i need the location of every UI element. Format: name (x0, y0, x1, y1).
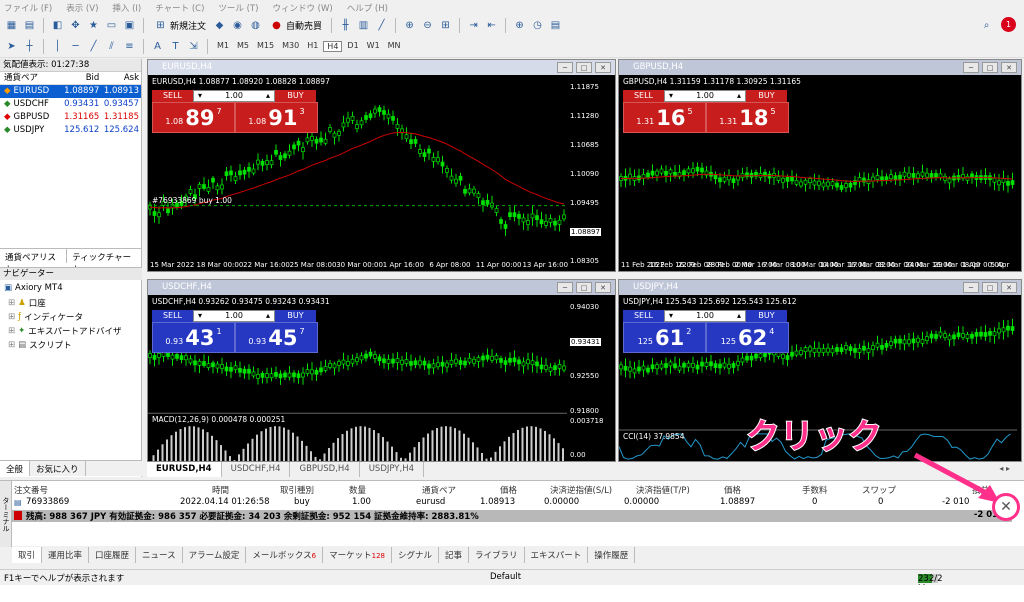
close-icon: ✕ (1000, 499, 1012, 515)
annotation-arrow (913, 452, 1000, 503)
annotation-label: クリック (745, 416, 883, 458)
close-position-button[interactable]: ✕ (992, 493, 1020, 521)
